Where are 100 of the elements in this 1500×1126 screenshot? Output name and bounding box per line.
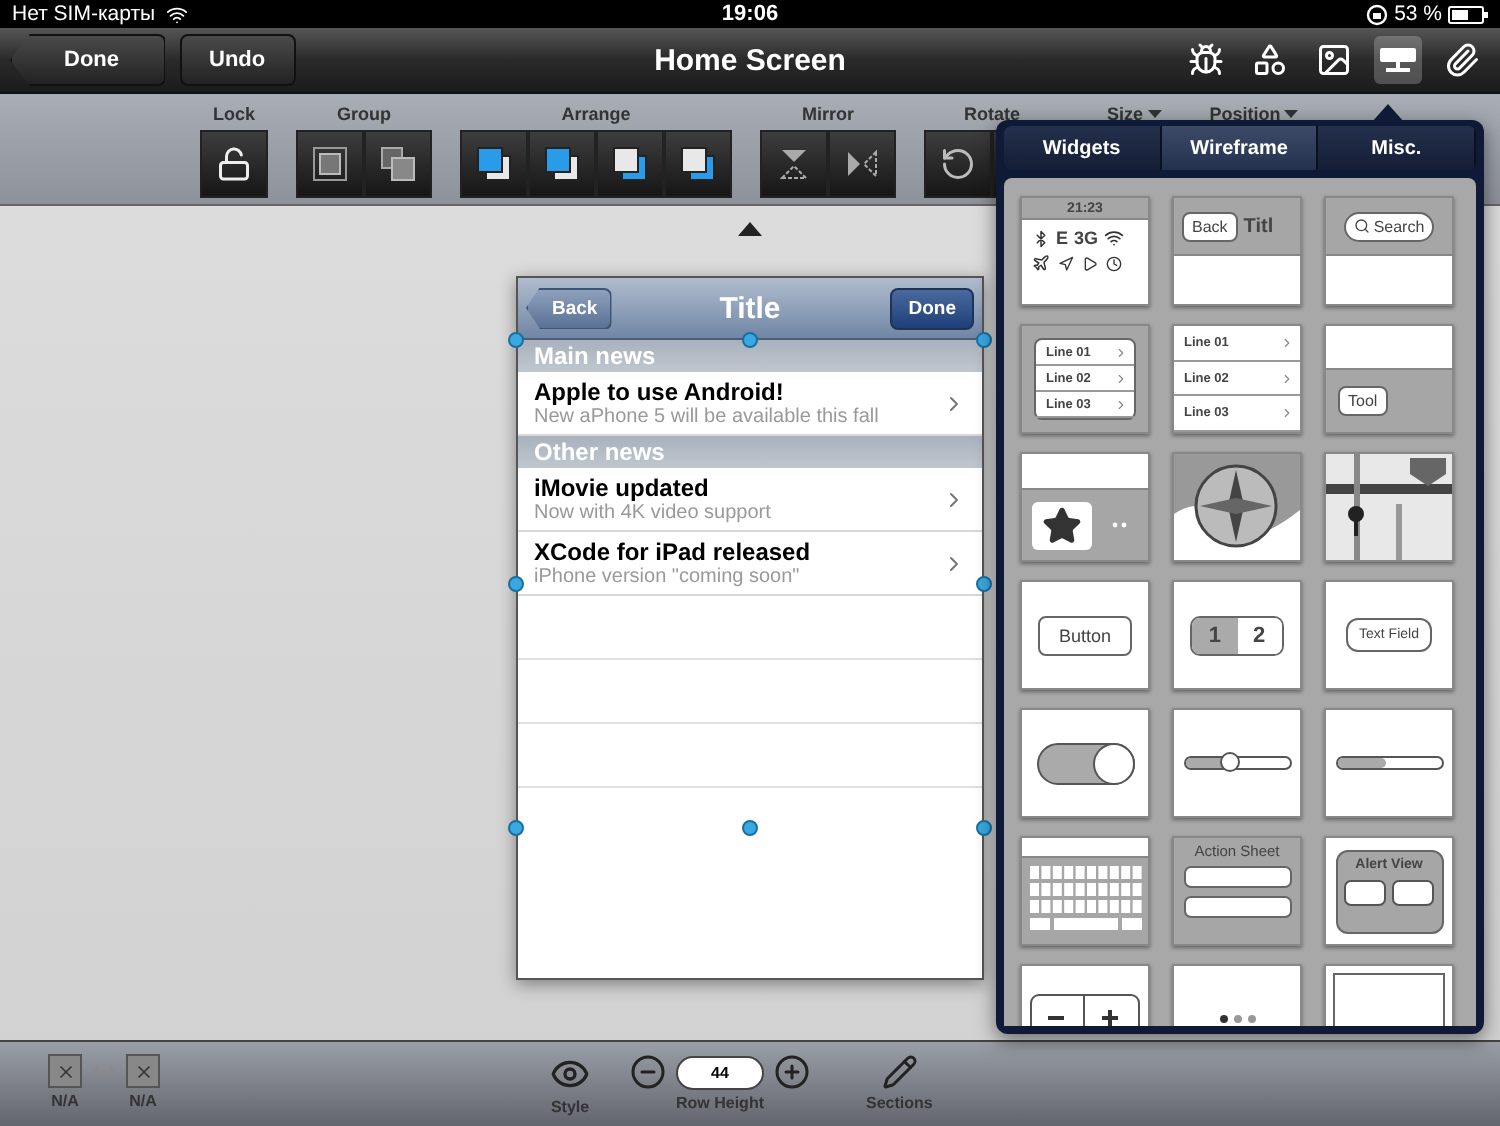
minus-icon — [630, 1054, 666, 1090]
segment-label: 1 — [1192, 617, 1237, 653]
selection-handle[interactable] — [976, 820, 992, 836]
airplane-icon — [1032, 254, 1050, 272]
row-subtitle: iPhone version "coming soon" — [534, 566, 802, 588]
tool-button[interactable] — [828, 130, 896, 198]
button-preview: Button — [1038, 615, 1132, 655]
plus-icon — [774, 1054, 810, 1090]
toolbar-widget[interactable]: Tool — [1324, 324, 1454, 434]
tool-button[interactable] — [364, 130, 432, 198]
sections-label: Sections — [866, 1094, 933, 1112]
selection-handle[interactable] — [508, 576, 524, 592]
shapes-icon — [1252, 42, 1288, 78]
chevron-icon — [1280, 371, 1294, 385]
send-backward-icon — [610, 144, 650, 184]
pointer-icon — [738, 222, 762, 236]
row-title: Apple to use Android! — [534, 378, 786, 406]
increase-button[interactable] — [774, 1054, 810, 1090]
bluetooth-icon — [1032, 229, 1050, 247]
clock-icon — [1106, 255, 1122, 271]
search-bar-widget[interactable]: Search — [1324, 196, 1454, 306]
compass-widget[interactable] — [1172, 452, 1302, 562]
group-label: Lock — [212, 102, 255, 126]
row-subtitle: New aPhone 5 will be available this fall — [534, 406, 881, 428]
popover-tab[interactable]: Widgets — [1004, 126, 1162, 170]
section-header: Main news — [518, 340, 982, 372]
tool-button[interactable] — [924, 130, 992, 198]
group-label[interactable]: Position — [1209, 102, 1299, 126]
group-label: Rotate — [963, 102, 1020, 126]
done-button[interactable]: Done — [890, 287, 974, 329]
compass-drawing — [1174, 454, 1300, 560]
pencil-icon — [881, 1054, 918, 1090]
switch-icon — [1035, 741, 1135, 785]
group-label[interactable]: Size — [1106, 102, 1161, 126]
battery-percent: 53 % — [1394, 2, 1442, 26]
tool-button[interactable] — [596, 130, 664, 198]
tab-bar-widget[interactable] — [1020, 452, 1150, 562]
navigation-bar-widget[interactable]: Back Titl — [1172, 196, 1302, 306]
selection-handle[interactable] — [976, 332, 992, 348]
toolbar-icon-button[interactable] — [1374, 36, 1422, 84]
progress-bar-widget[interactable] — [1324, 708, 1454, 818]
clock-time: 19:06 — [721, 2, 779, 26]
tool-button[interactable] — [296, 130, 364, 198]
screen-title: Home Screen — [654, 43, 846, 77]
row-title: XCode for iPad released — [534, 538, 813, 566]
back-button[interactable]: Done — [10, 34, 165, 86]
switch-widget[interactable] — [1020, 708, 1150, 818]
decrease-button[interactable] — [630, 1054, 666, 1090]
style-label: Style — [550, 1098, 590, 1116]
star-icon — [1042, 505, 1082, 545]
tool-button[interactable] — [200, 130, 268, 198]
tool-button[interactable] — [760, 130, 828, 198]
popover-tab[interactable]: Misc. — [1318, 126, 1476, 170]
group-icon — [310, 144, 350, 184]
keyboard-widget[interactable] — [1020, 836, 1150, 946]
tool-button-preview: Tool — [1338, 386, 1388, 416]
slider-widget[interactable] — [1172, 708, 1302, 818]
row-height-label: Row Height — [676, 1094, 764, 1112]
dots-icon — [1112, 522, 1128, 528]
alert-buttons-drawing — [1343, 879, 1435, 907]
rotation-lock-icon — [1366, 3, 1389, 25]
link-label: N/A — [51, 1092, 79, 1110]
undo-button[interactable]: Undo — [179, 34, 296, 86]
selection-handle[interactable] — [508, 332, 524, 348]
map-widget[interactable] — [1324, 452, 1454, 562]
bug-icon — [1188, 42, 1224, 78]
row-height-field[interactable]: 44 — [676, 1055, 764, 1089]
tool-button[interactable] — [528, 130, 596, 198]
paperclip-icon — [1444, 42, 1480, 78]
selection-handle[interactable] — [742, 820, 758, 836]
tool-button[interactable] — [664, 130, 732, 198]
table-row[interactable]: iMovie updated Now with 4K video support — [518, 468, 982, 532]
tool-button[interactable] — [460, 130, 528, 198]
group-label: Arrange — [561, 102, 631, 126]
play-icon — [1082, 255, 1098, 271]
mockup-title: Title — [719, 291, 781, 325]
battery-icon — [1448, 5, 1488, 23]
popover-tab[interactable]: Wireframe — [1161, 126, 1319, 170]
close-icon — [133, 1061, 153, 1081]
sheet-buttons-drawing — [1183, 866, 1291, 918]
close-icon — [55, 1061, 75, 1081]
link-label: N/A — [129, 1092, 157, 1110]
row-subtitle: Now with 4K video support — [534, 502, 773, 524]
back-button[interactable]: Back — [526, 287, 612, 329]
search-icon — [1353, 218, 1370, 234]
selection-handle[interactable] — [976, 576, 992, 592]
dots-icon — [1217, 1014, 1257, 1024]
segmented-control-widget[interactable]: 1 2 — [1172, 580, 1302, 690]
wifi-icon — [165, 3, 188, 25]
send-to-back-icon — [678, 144, 718, 184]
selection-handle[interactable] — [508, 820, 524, 836]
back-button-preview: Back — [1182, 211, 1238, 241]
bring-to-front-icon — [474, 144, 514, 184]
search-field-preview: Search — [1343, 211, 1435, 241]
chevron-icon — [1280, 335, 1294, 350]
sections-button[interactable] — [881, 1054, 918, 1090]
section-header: Other news — [518, 436, 982, 468]
button-widget[interactable]: Button — [1020, 580, 1150, 690]
bring-forward-icon — [542, 144, 582, 184]
ungroup-icon — [378, 144, 418, 184]
